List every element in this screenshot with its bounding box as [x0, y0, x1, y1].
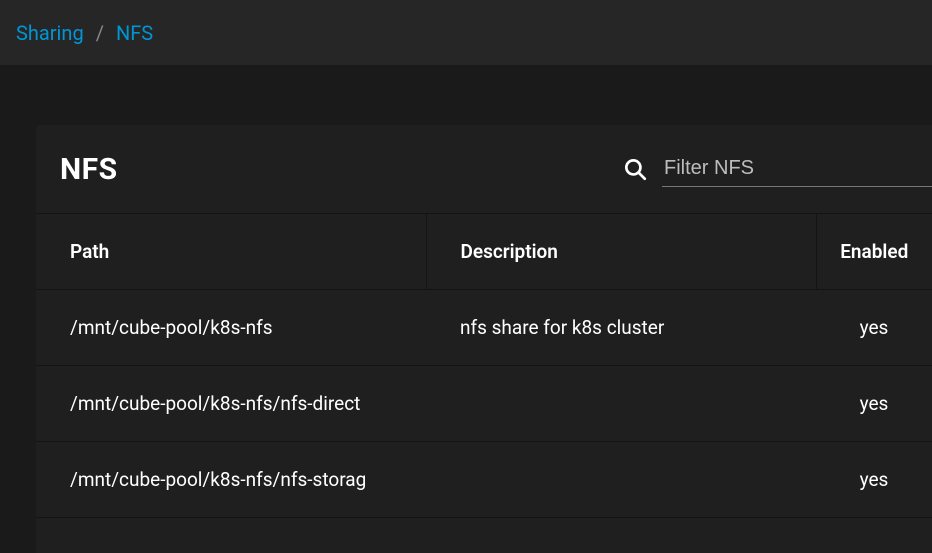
breadcrumb-root-link[interactable]: Sharing: [16, 21, 84, 45]
breadcrumb-current-link[interactable]: NFS: [116, 21, 153, 45]
nfs-table: Path Description Enabled /mnt/cube-pool/…: [36, 213, 932, 518]
cell-description: [426, 366, 816, 442]
search-container: [622, 151, 932, 187]
cell-enabled: yes: [816, 442, 932, 518]
search-icon[interactable]: [622, 156, 648, 182]
col-header-path[interactable]: Path: [36, 214, 426, 290]
cell-path: /mnt/cube-pool/k8s-nfs/nfs-direct: [36, 366, 426, 442]
page-title: NFS: [60, 152, 118, 187]
card-header: NFS: [36, 125, 932, 213]
breadcrumb: Sharing / NFS: [0, 0, 932, 65]
table-row[interactable]: /mnt/cube-pool/k8s-nfs/nfs-storag yes: [36, 442, 932, 518]
cell-description: nfs share for k8s cluster: [426, 290, 816, 366]
cell-path: /mnt/cube-pool/k8s-nfs/nfs-storag: [36, 442, 426, 518]
nfs-card: NFS Path Description Enabled /mnt/cube-p…: [36, 125, 932, 553]
cell-path: /mnt/cube-pool/k8s-nfs: [36, 290, 426, 366]
table-row[interactable]: /mnt/cube-pool/k8s-nfs/nfs-direct yes: [36, 366, 932, 442]
filter-input[interactable]: [662, 151, 932, 187]
table-header-row: Path Description Enabled: [36, 214, 932, 290]
cell-enabled: yes: [816, 366, 932, 442]
table-row[interactable]: /mnt/cube-pool/k8s-nfsnfs share for k8s …: [36, 290, 932, 366]
breadcrumb-separator: /: [96, 21, 104, 45]
cell-description: [426, 442, 816, 518]
col-header-enabled[interactable]: Enabled: [816, 214, 932, 290]
col-header-description[interactable]: Description: [426, 214, 816, 290]
cell-enabled: yes: [816, 290, 932, 366]
